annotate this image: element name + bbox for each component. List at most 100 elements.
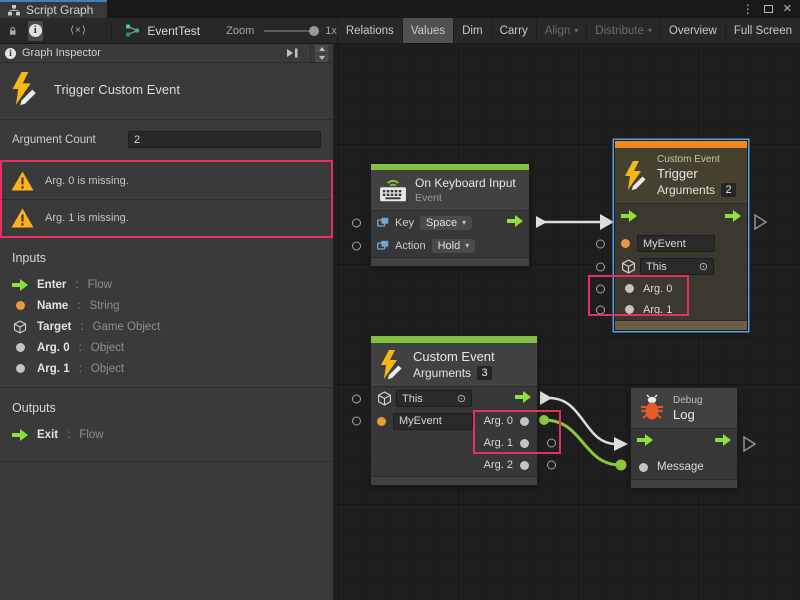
key-dropdown[interactable]: Space▾ (420, 216, 472, 230)
flow-output-port[interactable] (715, 433, 731, 451)
node-category: Custom Event (657, 154, 736, 165)
node-debug-log[interactable]: Debug Log Message (630, 387, 738, 489)
dock-panel-button[interactable] (286, 48, 299, 58)
inputs-title: Inputs (12, 251, 321, 265)
object-port[interactable] (625, 305, 634, 314)
target-picker-icon[interactable]: ⊙ (457, 392, 466, 405)
arguments-count[interactable]: 2 (721, 183, 736, 197)
output-port[interactable] (547, 461, 556, 470)
output-port[interactable] (547, 439, 556, 448)
input-port[interactable] (352, 394, 361, 403)
object-port[interactable] (625, 284, 634, 293)
toolbar-separator (111, 22, 112, 40)
flow-input-port[interactable] (621, 209, 637, 227)
object-output-port[interactable] (520, 461, 529, 470)
overview-button[interactable]: Overview (660, 18, 725, 43)
maximize-icon[interactable] (764, 5, 773, 13)
target-field[interactable]: This⊙ (640, 258, 714, 275)
object-output-port[interactable] (520, 439, 529, 448)
output-pin-exit: Exit:Flow (12, 424, 321, 445)
panel-spinner (310, 44, 328, 62)
warning-row: Arg. 0 is missing. (2, 162, 331, 199)
node-on-keyboard-input[interactable]: On Keyboard Input Event Key Space▾ Actio… (370, 163, 530, 267)
input-pin-enter: Enter:Flow (12, 274, 321, 295)
full-screen-button[interactable]: Full Screen (725, 18, 800, 43)
lock-icon[interactable] (9, 24, 17, 38)
flow-row (631, 429, 737, 455)
string-port[interactable] (621, 239, 630, 248)
node-footer (615, 320, 747, 330)
target-picker-icon[interactable]: ⊙ (699, 260, 708, 273)
spinner-up-button[interactable] (315, 45, 328, 53)
zoom-label: Zoom (226, 25, 254, 37)
arguments-label: Arguments (657, 183, 715, 197)
flow-output-port[interactable] (725, 209, 741, 227)
argument-count-input[interactable] (128, 131, 321, 148)
input-port[interactable] (352, 218, 361, 227)
event-name-row: MyEvent Arg. 0 (371, 410, 537, 432)
input-port[interactable] (352, 241, 361, 250)
string-port[interactable] (377, 417, 386, 426)
event-name-field[interactable]: MyEvent (637, 235, 715, 252)
input-port[interactable] (596, 239, 605, 248)
input-port[interactable] (596, 284, 605, 293)
input-pin-name: Name:String (12, 295, 321, 316)
node-footer (631, 479, 737, 488)
event-name-row: MyEvent (615, 232, 747, 255)
arg-label: Arg. 0 (484, 415, 513, 427)
warning-icon (11, 208, 34, 228)
graph-asset-icon (125, 24, 140, 37)
flow-arrow-icon (12, 279, 28, 291)
input-port[interactable] (352, 417, 361, 426)
tab-bar: Script Graph ⋮ ✕ (0, 0, 800, 18)
node-trigger-custom-event[interactable]: Custom Event Trigger Arguments 2 MyEvent (614, 140, 748, 331)
node-footer (371, 257, 529, 266)
values-button[interactable]: Values (402, 18, 453, 43)
graph-breadcrumb[interactable]: EventTest (125, 24, 200, 38)
action-label: Action (395, 240, 426, 252)
key-row: Key Space▾ (371, 211, 529, 234)
node-header: Custom Event Trigger Arguments 2 (615, 148, 747, 203)
input-port[interactable] (596, 262, 605, 271)
message-label: Message (657, 461, 704, 473)
action-row: Action Hold▾ (371, 234, 529, 257)
spinner-down-button[interactable] (315, 54, 328, 62)
target-field[interactable]: This⊙ (396, 390, 472, 407)
arguments-count[interactable]: 3 (477, 366, 492, 380)
object-port[interactable] (639, 463, 648, 472)
node-custom-event[interactable]: Custom Event Arguments 3 This⊙ (370, 335, 538, 486)
tab-title: Script Graph (26, 3, 93, 17)
target-row: This⊙ (371, 387, 537, 410)
arg-label: Arg. 1 (643, 304, 672, 316)
align-dropdown[interactable]: Align▾ (536, 18, 587, 43)
toolbar-buttons: Relations Values Dim Carry Align▾ Distri… (337, 18, 800, 43)
flow-input-port[interactable] (637, 433, 653, 451)
event-name-field[interactable]: MyEvent (393, 413, 473, 430)
keycode-icon (377, 217, 389, 228)
distribute-dropdown[interactable]: Distribute▾ (586, 18, 660, 43)
inspector-toggle-button[interactable]: i (28, 21, 44, 41)
node-body: Message (631, 428, 737, 479)
code-preview-icon[interactable]: ⟨×⟩ (70, 25, 87, 36)
relations-button[interactable]: Relations (337, 18, 402, 43)
node-header: Custom Event Arguments 3 (371, 343, 537, 386)
dim-button[interactable]: Dim (453, 18, 490, 43)
custom-event-icon (623, 160, 649, 192)
flow-output-port[interactable] (515, 390, 531, 408)
action-dropdown[interactable]: Hold▾ (432, 239, 476, 253)
zoom-slider-handle[interactable] (309, 26, 319, 36)
graph-canvas[interactable]: On Keyboard Input Event Key Space▾ Actio… (334, 44, 800, 600)
object-output-port[interactable] (520, 417, 529, 426)
unit-title-block: Trigger Custom Event (0, 63, 333, 120)
flow-output-port[interactable] (507, 214, 523, 232)
warning-message: Arg. 0 is missing. (45, 175, 129, 187)
tab-script-graph[interactable]: Script Graph (0, 0, 107, 18)
window-menu-icon[interactable]: ⋮ (742, 3, 754, 15)
input-port[interactable] (596, 305, 605, 314)
carry-button[interactable]: Carry (491, 18, 536, 43)
info-icon: i (29, 24, 42, 37)
zoom-slider[interactable] (264, 25, 319, 37)
argument-count-label: Argument Count (12, 134, 128, 146)
node-body: MyEvent This⊙ Arg. 0 Arg. 1 (615, 203, 747, 320)
close-icon[interactable]: ✕ (783, 4, 792, 15)
